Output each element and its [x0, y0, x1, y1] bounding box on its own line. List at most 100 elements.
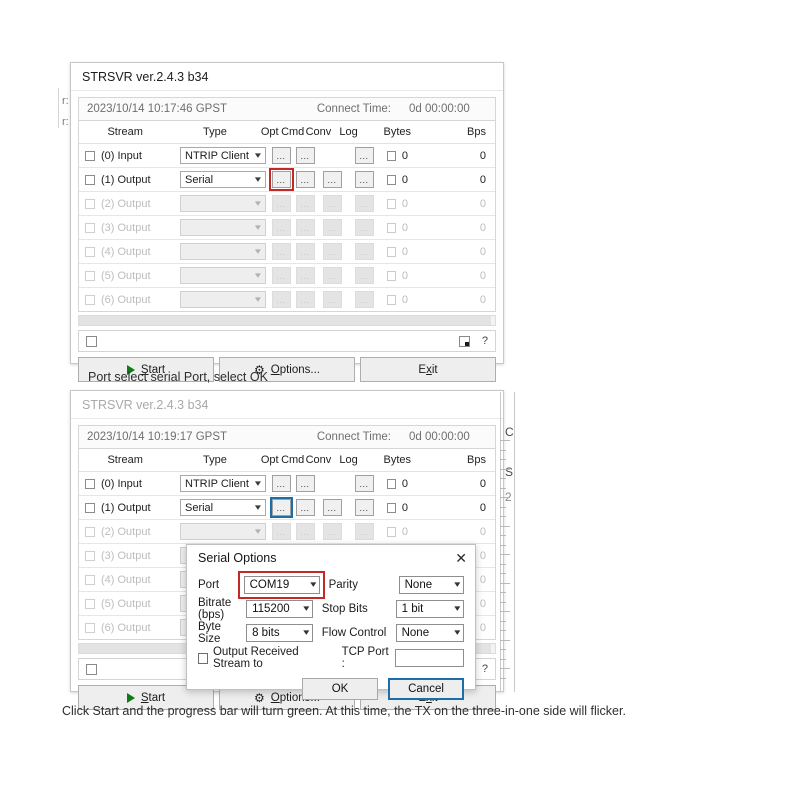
cancel-button[interactable]: Cancel	[388, 678, 464, 700]
stream-cell: (4) Output	[79, 246, 177, 258]
log-button-1[interactable]: ...	[354, 499, 374, 516]
conv-button-1[interactable]: ...	[322, 499, 342, 516]
stream-enable-checkbox-2[interactable]	[85, 198, 95, 209]
serial-options-dialog[interactable]: Serial Options ✕ Port COM19 ▾ Parity Non…	[186, 544, 476, 700]
log-enable-checkbox-2[interactable]	[386, 526, 396, 537]
opt-button-0[interactable]: ...	[271, 147, 291, 164]
stream-row[interactable]: (0) Input NTRIP Client ▾......... 0 0	[79, 472, 495, 496]
log-button-0[interactable]: ...	[354, 475, 374, 492]
stream-enable-checkbox-3[interactable]	[85, 550, 95, 561]
type-select-value-0: NTRIP Client	[185, 477, 249, 490]
stream-enable-checkbox-0[interactable]	[85, 150, 95, 161]
resize-grip-icon[interactable]	[458, 335, 470, 347]
output-received-stream-checkbox[interactable]	[198, 652, 208, 664]
bps-cell-5: 0	[479, 269, 486, 282]
strsvr-window-1[interactable]: STRSVR ver.2.4.3 b34 2023/10/14 10:17:46…	[70, 62, 504, 382]
stopbits-label: Stop Bits	[321, 602, 368, 615]
window1-titlebar[interactable]: STRSVR ver.2.4.3 b34	[71, 63, 503, 91]
col-header-bps: Bps	[467, 454, 487, 466]
opt-wrap-1: ...	[269, 497, 293, 518]
log-enable-checkbox-6[interactable]	[386, 294, 396, 305]
log-enable-checkbox-2[interactable]	[386, 198, 396, 209]
stream-enable-checkbox-1[interactable]	[85, 174, 95, 185]
stream-row[interactable]: (3) Output ▾............ 0 0	[79, 216, 495, 240]
stream-enable-checkbox-4[interactable]	[85, 246, 95, 257]
opt-cell: ...	[269, 523, 293, 540]
cmd-button-0[interactable]: ...	[295, 475, 315, 492]
conv-button-1[interactable]: ...	[322, 171, 342, 188]
stream-enable-checkbox-1[interactable]	[85, 502, 95, 513]
bytesize-label: Byte Size	[198, 620, 222, 645]
stream-enable-checkbox-5[interactable]	[85, 270, 95, 281]
log-checkbox-cell	[381, 478, 401, 489]
opt-cell: ...	[268, 168, 294, 191]
stream-row[interactable]: (5) Output ▾............ 0 0	[79, 264, 495, 288]
bitrate-select[interactable]: 115200 ▾	[246, 599, 313, 618]
help-icon-2[interactable]: ?	[482, 663, 488, 675]
stopbits-select[interactable]: 1 bit ▾	[395, 599, 464, 618]
stream-row[interactable]: (0) Input NTRIP Client ▾......... 0 0	[79, 144, 495, 168]
bytesize-select[interactable]: 8 bits ▾	[246, 623, 313, 642]
log-enable-checkbox-0[interactable]	[386, 478, 396, 489]
caption-bottom: Click Start and the progress bar will tu…	[62, 704, 626, 718]
log-enable-checkbox-5[interactable]	[386, 270, 396, 281]
flowcontrol-select[interactable]: None ▾	[395, 623, 464, 642]
stream-enable-checkbox-6[interactable]	[85, 622, 95, 633]
stream-row[interactable]: (1) Output Serial ▾............ 0 0	[79, 496, 495, 520]
cmd-button-2: ...	[295, 195, 315, 212]
log-enable-checkbox-1[interactable]	[386, 174, 396, 185]
ok-button[interactable]: OK	[302, 678, 378, 700]
parity-select[interactable]: None ▾	[398, 575, 464, 594]
log-enable-checkbox-4[interactable]	[386, 246, 396, 257]
window1-scrollbar-thumb[interactable]	[79, 316, 491, 325]
stream-enable-checkbox-0[interactable]	[85, 478, 95, 489]
log-enable-checkbox-0[interactable]	[386, 150, 396, 161]
cmd-button-1[interactable]: ...	[295, 171, 315, 188]
type-select-1[interactable]: Serial ▾	[180, 499, 266, 516]
stream-row[interactable]: (2) Output ▾............ 0 0	[79, 192, 495, 216]
log-button-1[interactable]: ...	[354, 171, 374, 188]
stream-enable-checkbox-6[interactable]	[85, 294, 95, 305]
help-icon[interactable]: ?	[482, 335, 488, 347]
log-enable-checkbox-1[interactable]	[386, 502, 396, 513]
bytes-cell-3: 0	[401, 221, 408, 234]
background-fragment-right-1: C	[505, 425, 514, 439]
stream-row[interactable]: (4) Output ▾............ 0 0	[79, 240, 495, 264]
type-select-0[interactable]: NTRIP Client ▾	[180, 147, 266, 164]
opt-button-1[interactable]: ...	[269, 497, 293, 518]
stream-row[interactable]: (6) Output ▾............ 0 0	[79, 288, 495, 311]
stream-row[interactable]: (2) Output ▾............ 0 0	[79, 520, 495, 544]
type-cell: ▾	[177, 291, 269, 308]
window2-status-indicator-icon	[86, 663, 97, 675]
log-button-2: ...	[354, 523, 374, 540]
type-select-value-1: Serial	[185, 173, 214, 186]
opt-button-1[interactable]: ...	[268, 168, 294, 191]
stream-row[interactable]: (1) Output Serial ▾............ 0 0	[79, 168, 495, 192]
cmd-button-1[interactable]: ...	[295, 499, 315, 516]
type-select-0[interactable]: NTRIP Client ▾	[180, 475, 266, 492]
exit-button[interactable]: Exit	[360, 357, 496, 382]
log-enable-checkbox-3[interactable]	[386, 222, 396, 233]
window1-horizontal-scrollbar[interactable]	[78, 315, 496, 326]
type-cell: ▾	[177, 523, 269, 540]
opt-wrap-1: ...	[268, 168, 294, 191]
log-button-0[interactable]: ...	[354, 147, 374, 164]
chevron-down-icon-type-5: ▾	[255, 270, 262, 280]
serial-dialog-titlebar[interactable]: Serial Options ✕	[187, 545, 475, 571]
stream-enable-checkbox-5[interactable]	[85, 598, 95, 609]
tcp-port-input[interactable]	[394, 649, 464, 667]
opt-button-0[interactable]: ...	[271, 475, 291, 492]
stream-enable-checkbox-3[interactable]	[85, 222, 95, 233]
close-icon[interactable]: ✕	[455, 551, 467, 565]
type-select-1[interactable]: Serial ▾	[180, 171, 266, 188]
log-cell: ...	[347, 147, 381, 164]
cmd-cell: ...	[293, 243, 317, 260]
window1-message-bar: ?	[78, 330, 496, 352]
stream-cell: (2) Output	[79, 198, 177, 210]
stream-label-3: (3) Output	[101, 549, 151, 562]
port-select[interactable]: COM19 ▾	[243, 575, 320, 594]
window2-titlebar[interactable]: STRSVR ver.2.4.3 b34	[71, 391, 503, 419]
stream-enable-checkbox-2[interactable]	[85, 526, 95, 537]
cmd-button-0[interactable]: ...	[295, 147, 315, 164]
stream-enable-checkbox-4[interactable]	[85, 574, 95, 585]
